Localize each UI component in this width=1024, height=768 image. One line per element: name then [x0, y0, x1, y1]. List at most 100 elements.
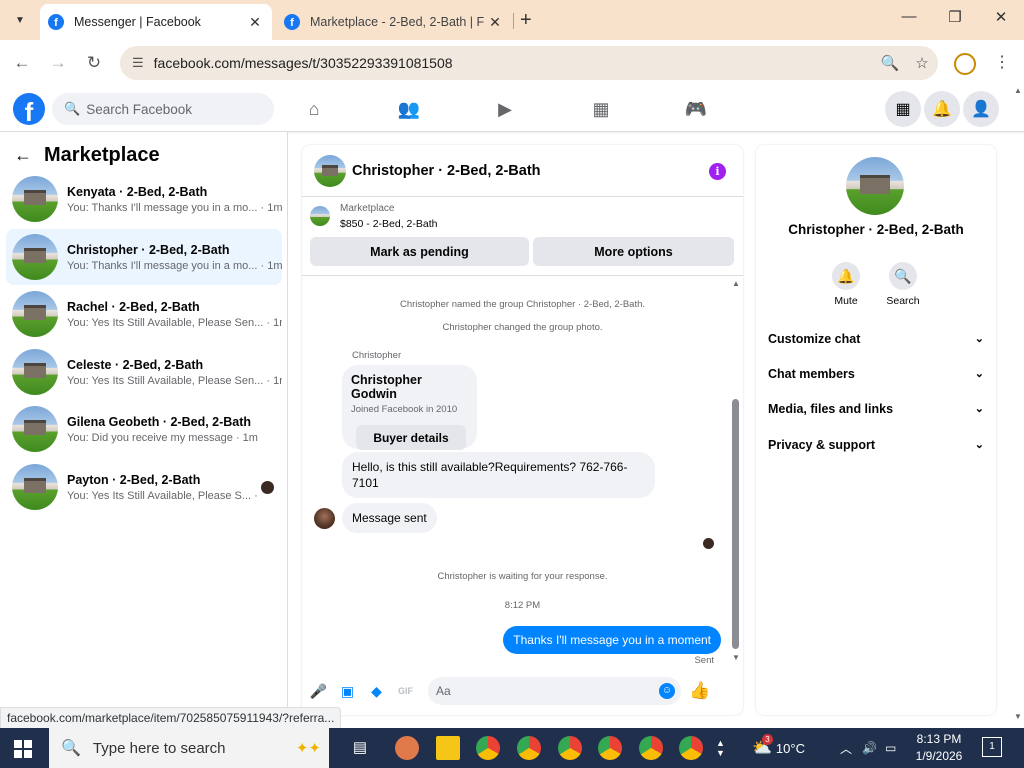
friends-icon[interactable]: 👥 — [397, 99, 421, 121]
scroll-thumb[interactable] — [732, 399, 739, 649]
site-info-icon[interactable]: ☰ — [132, 55, 144, 71]
chrome-icon[interactable] — [476, 736, 500, 760]
tab-title: Messenger | Facebook — [74, 15, 201, 29]
chat-title[interactable]: Christopher · 2-Bed, 2-Bath — [352, 163, 541, 179]
home-icon[interactable]: ⌂ — [302, 99, 326, 121]
taskbar-search[interactable]: 🔍 Type here to search ✦✦ — [49, 728, 329, 768]
more-options-button[interactable]: More options — [533, 237, 734, 266]
panel-title-text: Marketplace — [44, 144, 160, 166]
conversation-preview: You: Yes Its Still Available, Please S..… — [67, 489, 258, 502]
scroll-down-icon[interactable]: ▼ — [732, 653, 740, 662]
mute-button[interactable]: 🔔 Mute — [816, 262, 876, 307]
tab-marketplace[interactable]: f Marketplace - 2-Bed, 2-Bath | F ✕ — [276, 4, 512, 40]
speaker-icon[interactable]: 🔊 — [862, 741, 877, 755]
chrome-icon[interactable] — [598, 736, 622, 760]
conversation-preview: You: Thanks I'll message you in a mo... … — [67, 201, 282, 214]
conversation-name: Kenyata · 2-Bed, 2-Bath — [67, 184, 208, 199]
bookmark-star-icon[interactable]: ☆ — [906, 54, 938, 72]
menu-grid-icon[interactable]: ▦ — [885, 91, 921, 127]
page-scrollbar[interactable]: ▲ ▼ — [1012, 86, 1024, 726]
chrome-icon[interactable] — [679, 736, 703, 760]
listing-info[interactable]: Marketplace $850 - 2-Bed, 2-Bath — [310, 203, 437, 230]
conversation-item[interactable]: Payton · 2-Bed, 2-Bath You: Yes Its Stil… — [6, 459, 282, 515]
customize-chat-section[interactable]: Customize chat ⌄ — [768, 332, 984, 346]
zoom-icon[interactable]: 🔍 — [874, 54, 906, 72]
chat-avatar[interactable] — [314, 154, 346, 187]
privacy-support-section[interactable]: Privacy & support ⌄ — [768, 438, 984, 452]
task-view-icon[interactable]: ▤ — [348, 736, 372, 760]
restore-icon[interactable]: ❐ — [940, 8, 970, 26]
conversation-item[interactable]: Celeste · 2-Bed, 2-Bath You: Yes Its Sti… — [6, 344, 282, 400]
media-files-links-section[interactable]: Media, files and links ⌄ — [768, 402, 984, 416]
network-icon[interactable]: ▭ — [885, 741, 896, 755]
conversation-item[interactable]: Kenyata · 2-Bed, 2-Bath You: Thanks I'll… — [6, 171, 282, 227]
address-bar[interactable]: ☰ facebook.com/messages/t/30352293391081… — [120, 46, 938, 80]
notifications-bell-icon[interactable]: 🔔 — [924, 91, 960, 127]
conversation-name: Celeste · 2-Bed, 2-Bath — [67, 357, 204, 372]
message-input[interactable]: Aa ☺ — [428, 677, 681, 705]
windows-start-icon[interactable] — [14, 740, 32, 758]
chat-info-name: Christopher · 2-Bed, 2-Bath — [788, 222, 964, 237]
back-icon[interactable]: ← — [10, 53, 34, 73]
video-icon[interactable]: ▶ — [493, 99, 517, 121]
new-tab-icon[interactable]: + — [520, 9, 532, 32]
reload-icon[interactable]: ↻ — [82, 53, 106, 73]
chevron-down-icon: ⌄ — [974, 403, 984, 415]
taskbar-scroll-arrows[interactable]: ▲ ▼ — [716, 728, 725, 768]
message-composer: 🎤 ▣ ◆ GIF Aa ☺ 👍 — [302, 675, 743, 707]
chrome-icon[interactable] — [517, 736, 541, 760]
account-avatar[interactable]: 👤 — [963, 91, 999, 127]
like-thumb-icon[interactable]: 👍 — [689, 681, 710, 701]
chat-info-panel: Christopher · 2-Bed, 2-Bath 🔔 Mute 🔍 Sea… — [756, 145, 996, 715]
browser-toolbar: ← → ↻ ☰ facebook.com/messages/t/30352293… — [0, 40, 1024, 86]
browser-profile-icon[interactable] — [954, 53, 976, 75]
info-icon[interactable]: i — [709, 163, 726, 180]
chrome-icon[interactable] — [639, 736, 663, 760]
scroll-up-icon[interactable]: ▲ — [1014, 86, 1022, 95]
close-tab-icon[interactable]: ✕ — [484, 14, 506, 31]
emoji-icon[interactable]: ☺ — [659, 683, 675, 699]
facebook-logo-icon[interactable]: f — [13, 93, 45, 125]
marketplace-icon[interactable]: ▦ — [589, 99, 613, 121]
browser-menu-icon[interactable]: ⋮ — [994, 52, 1010, 72]
conversation-item[interactable]: Gilena Geobeth · 2-Bed, 2-Bath You: Did … — [6, 401, 282, 457]
scroll-down-icon[interactable]: ▼ — [1014, 712, 1022, 721]
sender-avatar[interactable] — [314, 508, 335, 529]
system-tray-icons[interactable]: ︿ 🔊 ▭ — [840, 728, 896, 768]
close-tab-icon[interactable]: ✕ — [244, 14, 266, 31]
tab-search-icon[interactable]: ▼ — [8, 8, 32, 32]
url-text[interactable]: facebook.com/messages/t/3035229339108150… — [154, 55, 874, 71]
show-hidden-icon[interactable]: ︿ — [840, 740, 852, 757]
weather-widget[interactable]: ⛅ 3 10°C — [752, 728, 805, 768]
scroll-up-icon[interactable]: ▲ — [732, 279, 740, 288]
conversation-item[interactable]: Rachel · 2-Bed, 2-Bath You: Yes Its Stil… — [6, 286, 282, 342]
taskbar-clock[interactable]: 8:13 PM 1/9/2026 — [907, 731, 971, 765]
paint-app-icon[interactable] — [395, 736, 419, 760]
conversation-preview: You: Thanks I'll message you in a mo... … — [67, 259, 282, 272]
forward-icon[interactable]: → — [46, 53, 70, 73]
conversation-preview: You: Yes Its Still Available, Please Sen… — [67, 374, 282, 387]
conversation-list-panel: ← Marketplace Kenyata · 2-Bed, 2-Bath Yo… — [0, 132, 288, 707]
image-icon[interactable]: ▣ — [333, 683, 362, 700]
tab-title: Marketplace - 2-Bed, 2-Bath | F — [310, 15, 484, 29]
close-window-icon[interactable]: ✕ — [986, 8, 1016, 26]
tab-messenger[interactable]: f Messenger | Facebook ✕ — [40, 4, 272, 40]
search-conversation-button[interactable]: 🔍 Search — [873, 262, 933, 307]
mark-as-pending-button[interactable]: Mark as pending — [310, 237, 529, 266]
chrome-icon[interactable] — [558, 736, 582, 760]
chat-members-section[interactable]: Chat members ⌄ — [768, 367, 984, 381]
gif-icon[interactable]: GIF — [391, 686, 420, 696]
gaming-icon[interactable]: 🎮 — [684, 99, 708, 121]
microphone-icon[interactable]: 🎤 — [304, 683, 333, 700]
sticky-notes-icon[interactable] — [436, 736, 460, 760]
notification-center-icon[interactable]: 1 — [982, 737, 1002, 757]
search-label: Search — [886, 295, 920, 307]
conversation-item-selected[interactable]: Christopher · 2-Bed, 2-Bath You: Thanks … — [6, 229, 282, 285]
incoming-message: Hello, is this still available?Requireme… — [342, 452, 655, 498]
weather-icon: ⛅ 3 — [752, 734, 773, 757]
sticker-icon[interactable]: ◆ — [362, 683, 391, 700]
back-arrow-icon[interactable]: ← — [14, 145, 32, 166]
buyer-details-button[interactable]: Buyer details — [356, 425, 466, 450]
facebook-search[interactable]: 🔍 Search Facebook — [52, 93, 274, 125]
minimize-icon[interactable]: — — [894, 8, 924, 25]
